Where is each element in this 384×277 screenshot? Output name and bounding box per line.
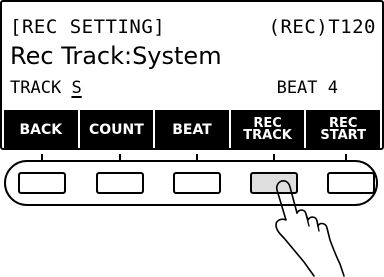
softkey-rec-track[interactable]: REC TRACK: [230, 110, 305, 148]
screen-title: [REC SETTING]: [10, 16, 166, 38]
function-button-3[interactable]: [173, 172, 221, 194]
track-label: TRACK: [10, 78, 62, 98]
softkey-rec-track-line2: TRACK: [243, 128, 292, 143]
softkey-beat[interactable]: BEAT: [155, 110, 229, 148]
track-info: TRACK S: [10, 78, 82, 98]
softkey-count-label: COUNT: [88, 122, 144, 138]
softkey-count[interactable]: COUNT: [79, 110, 154, 148]
lcd-screen: [REC SETTING] (REC)T120 Rec Track:System…: [0, 0, 384, 150]
softkey-rec-start[interactable]: REC START: [306, 110, 380, 148]
softkey-back-label: BACK: [19, 122, 63, 138]
beat-value: BEAT 4: [276, 78, 338, 98]
function-button-1[interactable]: [18, 172, 66, 194]
rec-tempo-status: (REC)T120: [268, 16, 376, 38]
softkey-bar: BACK COUNT BEAT REC TRACK REC START: [4, 110, 380, 148]
softkey-rec-start-label: REC START: [320, 117, 366, 143]
softkey-rec-track-label: REC TRACK: [243, 117, 292, 143]
track-value: S: [71, 78, 82, 98]
softkey-back[interactable]: BACK: [4, 110, 78, 148]
rec-track-setting: Rec Track:System: [10, 42, 222, 70]
softkey-beat-label: BEAT: [172, 122, 212, 138]
pointing-hand-icon: [275, 180, 345, 277]
function-button-2[interactable]: [96, 172, 144, 194]
softkey-rec-start-line2: START: [320, 128, 366, 143]
